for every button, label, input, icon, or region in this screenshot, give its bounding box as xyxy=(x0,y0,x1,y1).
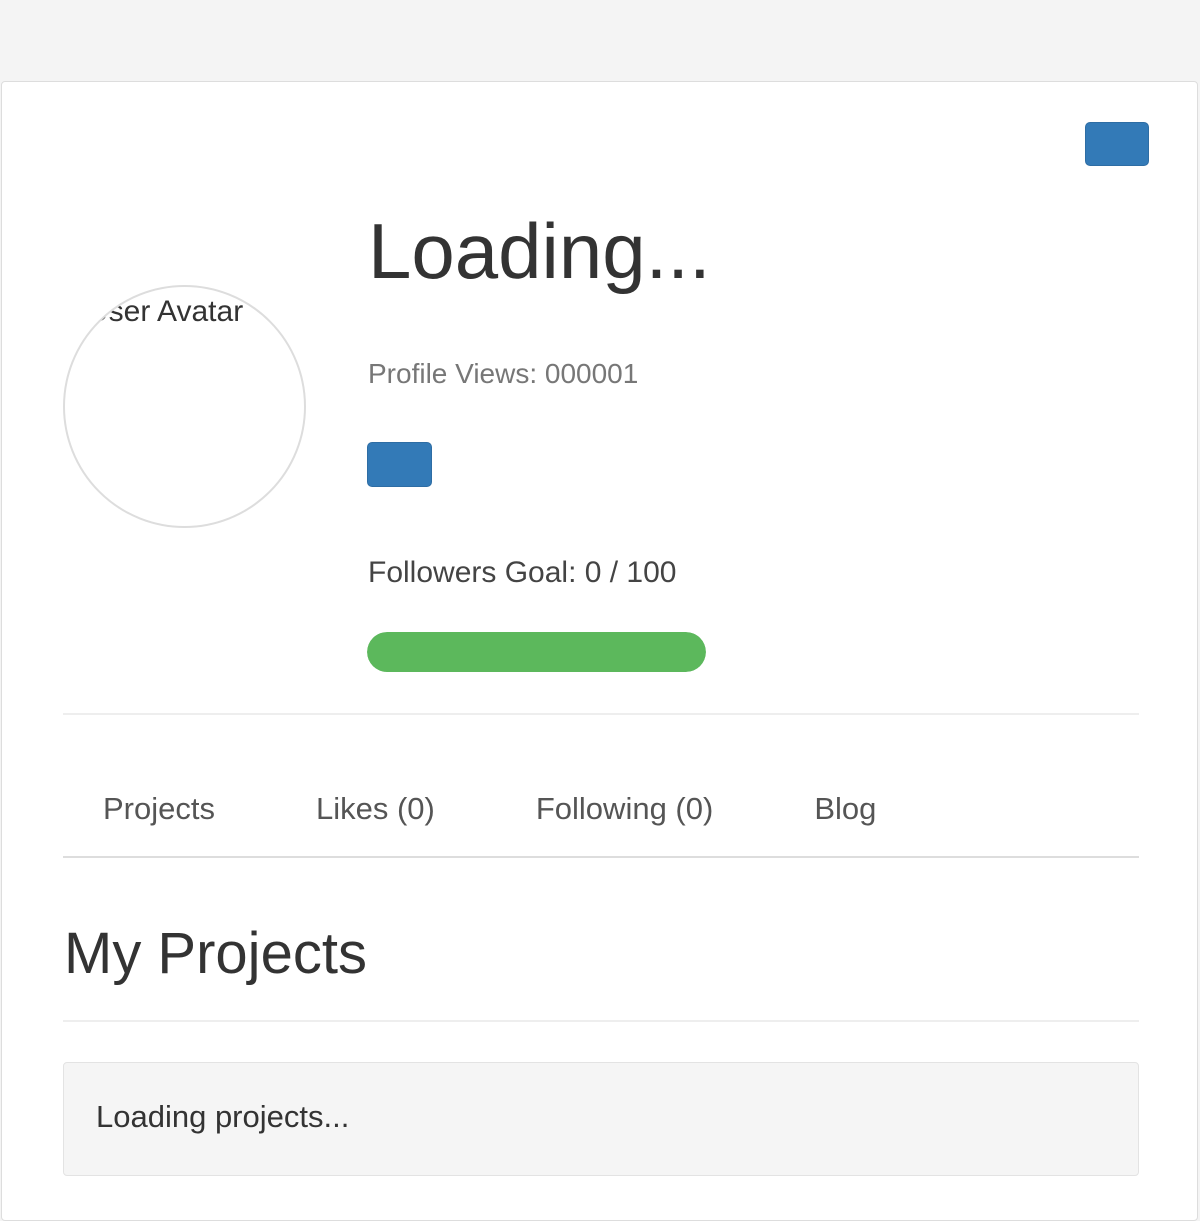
profile-card: User Avatar Loading... Profile Views: 00… xyxy=(1,81,1198,1221)
follow-button[interactable] xyxy=(367,442,432,487)
projects-loading-panel: Loading projects... xyxy=(63,1062,1139,1176)
profile-tabs: Projects Likes (0) Following (0) Blog xyxy=(63,762,1139,858)
section-title: My Projects xyxy=(64,921,367,986)
avatar-alt-text: User Avatar xyxy=(87,295,244,328)
tab-likes[interactable]: Likes (0) xyxy=(255,791,475,827)
header-action-button[interactable] xyxy=(1085,122,1149,166)
profile-views: Profile Views: 000001 xyxy=(368,358,639,389)
divider xyxy=(63,713,1139,715)
tab-blog[interactable]: Blog xyxy=(753,791,916,827)
avatar: User Avatar xyxy=(63,285,306,528)
followers-goal-label: Followers Goal: 0 / 100 xyxy=(368,556,677,589)
profile-name: Loading... xyxy=(368,207,711,295)
projects-loading-text: Loading projects... xyxy=(96,1099,350,1134)
tab-projects[interactable]: Projects xyxy=(63,791,255,827)
divider xyxy=(63,1020,1139,1022)
tab-following[interactable]: Following (0) xyxy=(475,791,753,827)
followers-progress-fill xyxy=(367,632,706,672)
followers-progress-bar xyxy=(367,632,706,672)
